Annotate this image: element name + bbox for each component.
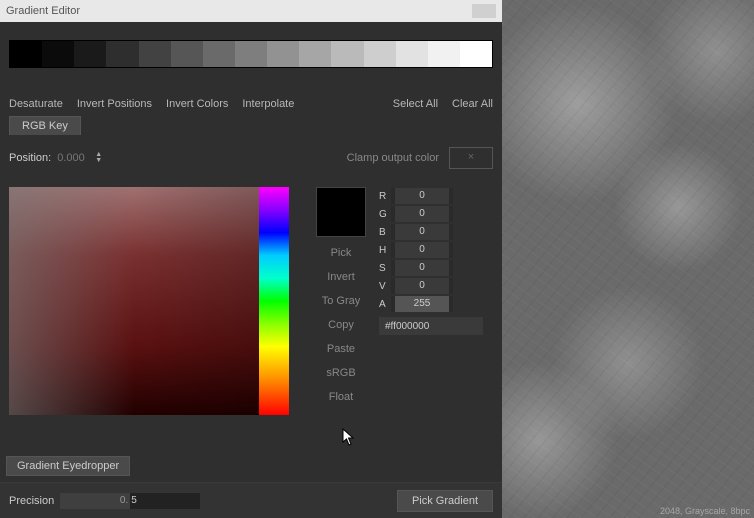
titlebar: Gradient Editor: [0, 0, 502, 22]
gradient-stop[interactable]: [396, 41, 428, 67]
channel-value[interactable]: 0: [391, 260, 453, 276]
precision-slider[interactable]: 0. 5: [60, 493, 200, 509]
channel-value[interactable]: 255: [391, 296, 453, 312]
position-row: Position: 0.000 ▲ ▼ Clamp output color ×: [0, 135, 502, 169]
channel-row-s: S0: [379, 259, 483, 277]
channel-row-b: B0: [379, 223, 483, 241]
paste-action[interactable]: Paste: [322, 343, 361, 355]
gradient-stop[interactable]: [171, 41, 203, 67]
hex-input[interactable]: [379, 317, 483, 335]
chevron-down-icon[interactable]: ▼: [95, 158, 102, 164]
gradient-stop[interactable]: [299, 41, 331, 67]
channel-label: H: [379, 245, 391, 256]
bottom-bar: Precision 0. 5 Pick Gradient: [0, 482, 502, 518]
copy-action[interactable]: Copy: [322, 319, 361, 331]
pick-gradient-button[interactable]: Pick Gradient: [397, 490, 493, 512]
position-stepper[interactable]: ▲ ▼: [95, 152, 102, 164]
desaturate-action[interactable]: Desaturate: [9, 98, 63, 110]
channel-values: R0 G0 B0 H0 S0 V0 A255: [379, 187, 483, 415]
texture-image: [502, 0, 754, 518]
channel-label: V: [379, 281, 391, 292]
gradient-stop[interactable]: [267, 41, 299, 67]
srgb-action[interactable]: sRGB: [322, 367, 361, 379]
gradient-stop[interactable]: [203, 41, 235, 67]
select-all-action[interactable]: Select All: [393, 98, 438, 110]
swatch-column: Pick Invert To Gray Copy Paste sRGB Floa…: [311, 187, 371, 415]
precision-label: Precision: [9, 495, 54, 507]
tab-row: RGB Key: [0, 116, 502, 135]
gradient-stop[interactable]: [10, 41, 42, 67]
gradient-stop[interactable]: [235, 41, 267, 67]
gradient-stop[interactable]: [139, 41, 171, 67]
color-picker-field[interactable]: [9, 187, 259, 415]
clamp-label: Clamp output color: [347, 152, 439, 164]
channel-label: S: [379, 263, 391, 274]
position-value[interactable]: 0.000: [57, 152, 93, 164]
precision-value-right: 5: [130, 493, 137, 509]
spacer: [308, 98, 378, 110]
invert-action[interactable]: Invert: [322, 271, 361, 283]
clamp-button[interactable]: ×: [449, 147, 493, 169]
gradient-editor-panel: Gradient Editor Desaturate Invert Positi…: [0, 0, 502, 518]
channel-value[interactable]: 0: [391, 206, 453, 222]
channel-label: G: [379, 209, 391, 220]
channel-value[interactable]: 0: [391, 242, 453, 258]
gradient-stop[interactable]: [460, 41, 492, 67]
channel-value[interactable]: 0: [391, 278, 453, 294]
position-label: Position:: [9, 152, 51, 164]
preview-footer-label: 2048, Grayscale, 8bpc: [660, 506, 750, 516]
cursor-icon: [342, 428, 356, 446]
invert-colors-action[interactable]: Invert Colors: [166, 98, 228, 110]
gradient-stop[interactable]: [428, 41, 460, 67]
eyedropper-row: Gradient Eyedropper: [6, 456, 130, 476]
texture-preview[interactable]: 2048, Grayscale, 8bpc: [502, 0, 754, 518]
to-gray-action[interactable]: To Gray: [322, 295, 361, 307]
gradient-stop[interactable]: [331, 41, 363, 67]
channel-label: R: [379, 191, 391, 202]
gradient-eyedropper-button[interactable]: Gradient Eyedropper: [6, 456, 130, 476]
channel-row-a: A255: [379, 295, 483, 313]
action-bar: Desaturate Invert Positions Invert Color…: [0, 68, 502, 116]
channel-value[interactable]: 0: [391, 224, 453, 240]
channel-label: B: [379, 227, 391, 238]
float-action[interactable]: Float: [322, 391, 361, 403]
gradient-stop[interactable]: [42, 41, 74, 67]
tab-rgb-key[interactable]: RGB Key: [9, 116, 81, 135]
channel-label: A: [379, 299, 391, 310]
channel-value[interactable]: 0: [391, 188, 453, 204]
invert-positions-action[interactable]: Invert Positions: [77, 98, 152, 110]
color-swatch[interactable]: [316, 187, 366, 237]
window-title: Gradient Editor: [6, 5, 80, 17]
channel-row-r: R0: [379, 187, 483, 205]
channel-row-h: H0: [379, 241, 483, 259]
precision-value-left: 0.: [60, 493, 130, 509]
hex-row: [379, 313, 483, 335]
clear-all-action[interactable]: Clear All: [452, 98, 493, 110]
channel-row-v: V0: [379, 277, 483, 295]
picker-area: Pick Invert To Gray Copy Paste sRGB Floa…: [0, 169, 502, 415]
gradient-stop[interactable]: [364, 41, 396, 67]
interpolate-action[interactable]: Interpolate: [242, 98, 294, 110]
gradient-strip[interactable]: [9, 40, 493, 68]
channel-row-g: G0: [379, 205, 483, 223]
pick-action[interactable]: Pick: [322, 247, 361, 259]
swatch-actions: Pick Invert To Gray Copy Paste sRGB Floa…: [322, 247, 361, 403]
gradient-stop[interactable]: [106, 41, 138, 67]
window-control[interactable]: [472, 4, 496, 18]
hue-slider[interactable]: [259, 187, 289, 415]
gradient-stop[interactable]: [74, 41, 106, 67]
